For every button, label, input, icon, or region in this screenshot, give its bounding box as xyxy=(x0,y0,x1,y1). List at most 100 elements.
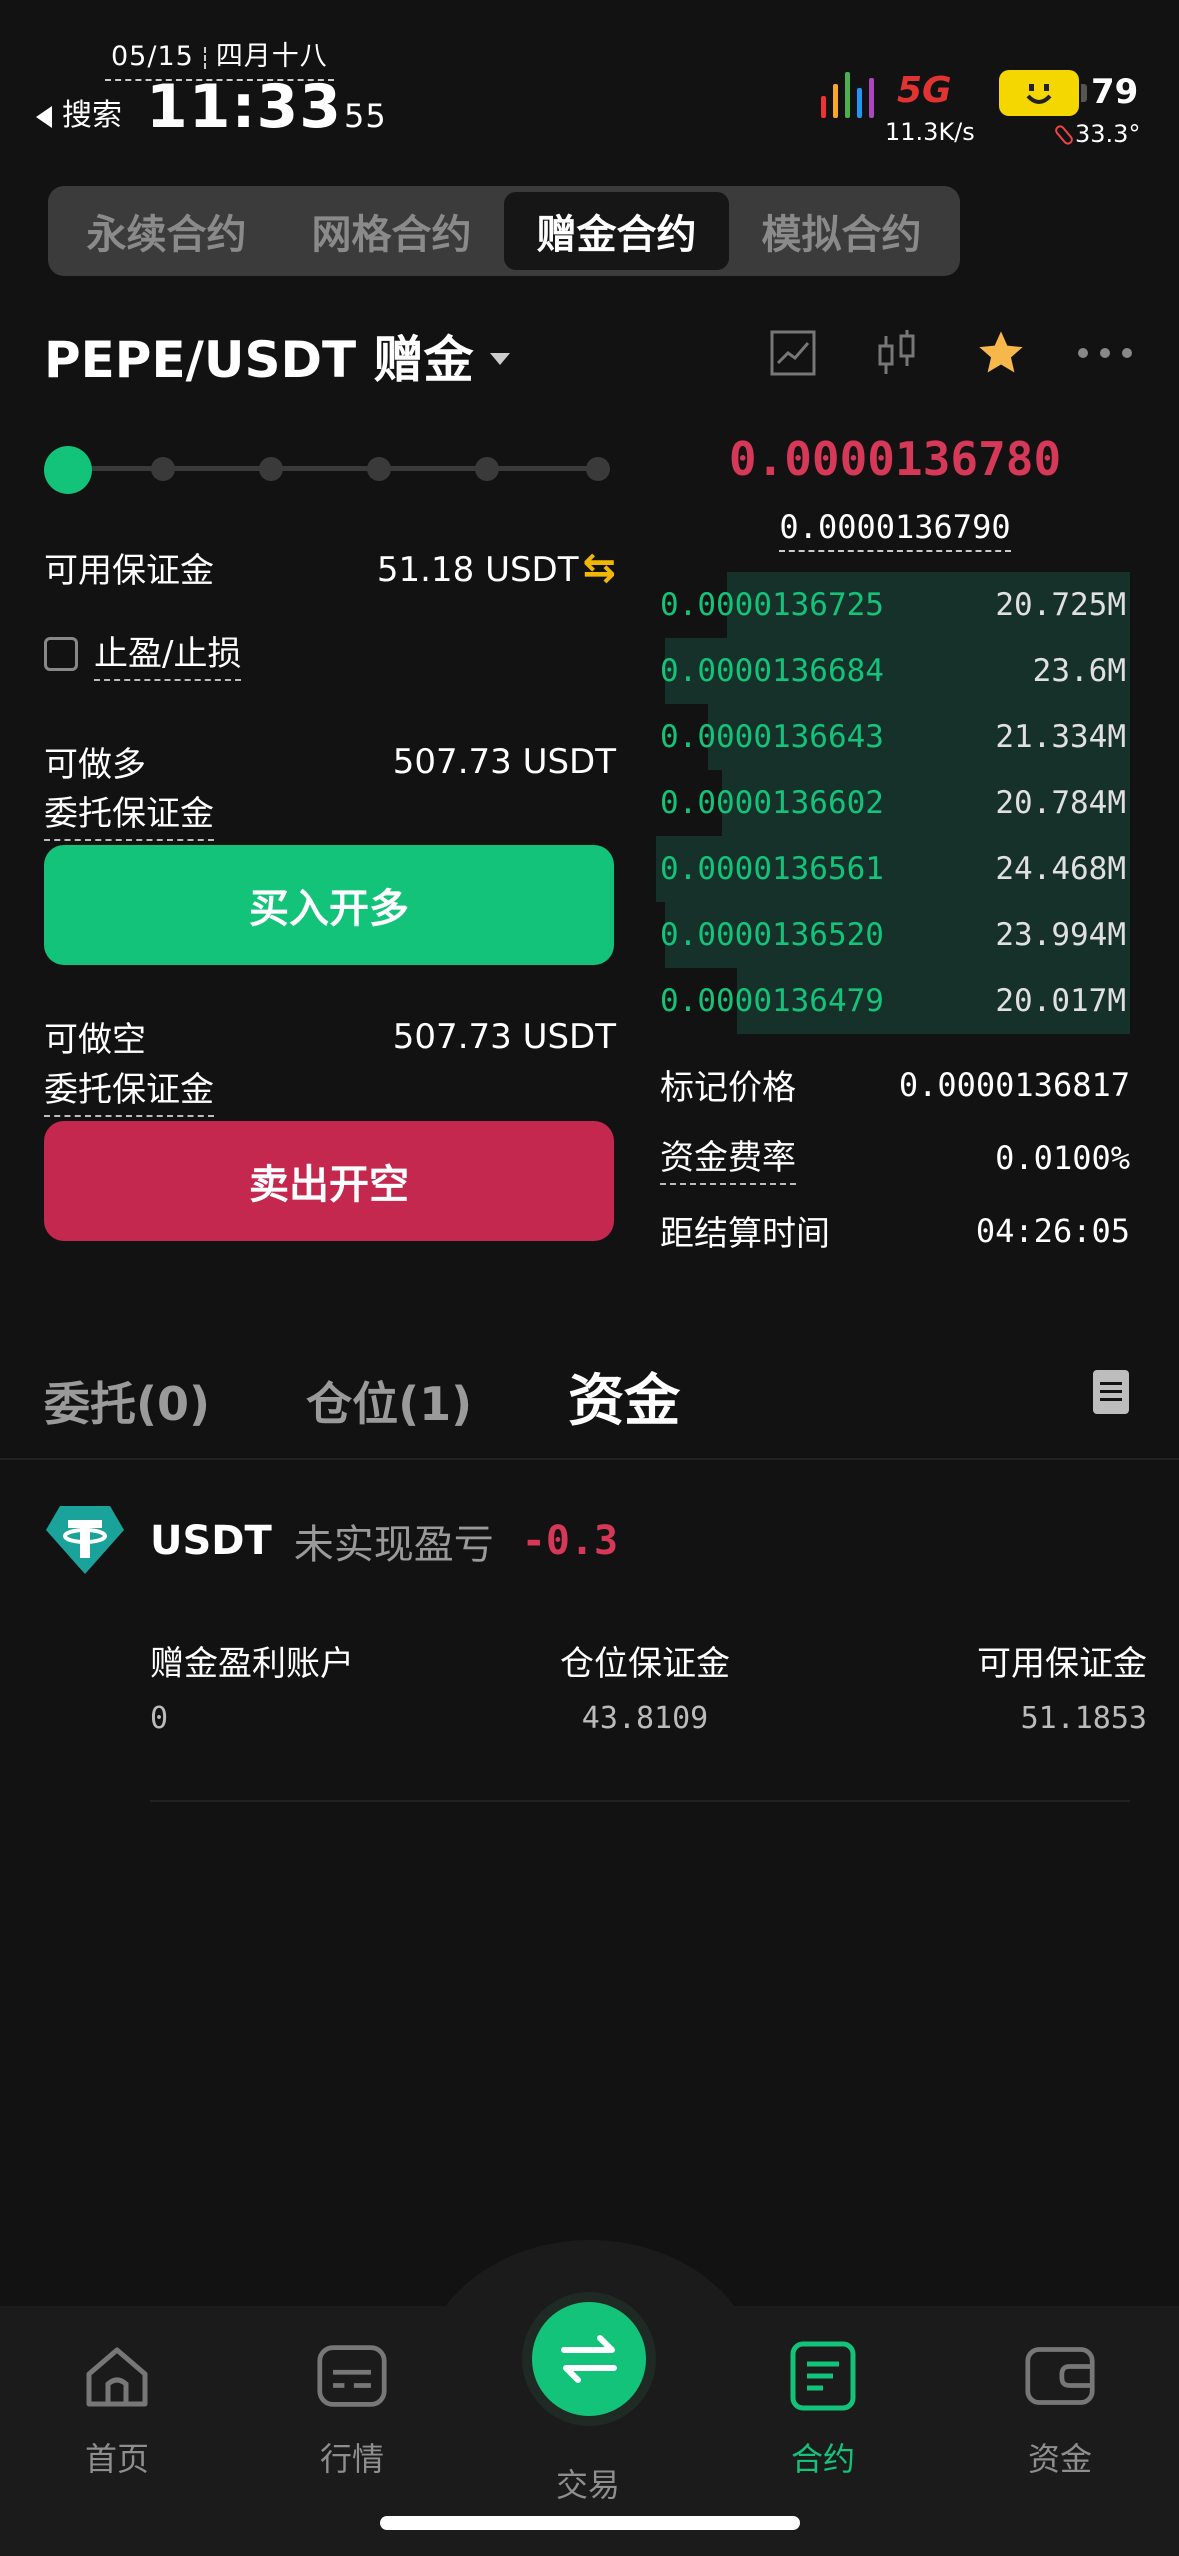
mark-price-value: 0.0000136817 xyxy=(898,1065,1130,1104)
temperature: 33.3° xyxy=(1053,120,1140,148)
order-book-row[interactable]: 0.0000136725 20.725M xyxy=(656,572,1130,638)
records-icon[interactable] xyxy=(1093,1370,1129,1414)
bid-price: 0.0000136602 xyxy=(660,785,884,821)
unrealized-pnl-label: 未实现盈亏 xyxy=(293,1522,494,1568)
tab-funds[interactable]: 资金 xyxy=(568,1356,680,1437)
bid-quantity: 24.468M xyxy=(995,851,1126,887)
nav-market[interactable]: 行情 xyxy=(272,2340,432,2480)
network-speed: 11.3K/s xyxy=(885,118,975,146)
asset-available-margin-value: 51.1853 xyxy=(1020,1701,1147,1736)
slider-handle[interactable] xyxy=(44,446,92,494)
chart-button[interactable] xyxy=(763,323,823,383)
bid-quantity: 20.017M xyxy=(995,983,1126,1019)
tab-bonus[interactable]: 赠金合约 xyxy=(504,192,729,270)
bid-quantity: 20.784M xyxy=(995,785,1126,821)
divider xyxy=(0,1458,1179,1460)
long-order-margin-label[interactable]: 委托保证金 xyxy=(44,786,214,841)
kline-button[interactable] xyxy=(867,323,927,383)
nav-contract[interactable]: 合约 xyxy=(743,2340,903,2480)
settlement-label: 距结算时间 xyxy=(660,1214,830,1254)
order-book-row[interactable]: 0.0000136561 24.468M xyxy=(656,836,1130,902)
home-indicator[interactable] xyxy=(380,2516,800,2530)
order-book-row[interactable]: 0.0000136643 21.334M xyxy=(656,704,1130,770)
signal-icon xyxy=(819,68,883,118)
mark-price-top: 0.0000136790 xyxy=(660,508,1130,552)
tab-perpetual[interactable]: 永续合约 xyxy=(54,192,279,270)
leverage-slider[interactable] xyxy=(44,444,616,494)
short-order-margin-row: 委托保证金 xyxy=(44,1062,616,1117)
unrealized-pnl-value: -0.3 xyxy=(521,1518,619,1564)
mark-price-row: 标记价格 0.0000136817 xyxy=(660,1060,1130,1109)
favorite-button[interactable] xyxy=(971,323,1031,383)
pair-title: PEPE/USDT 赠金 xyxy=(44,331,474,389)
status-clock: 11:3355 xyxy=(146,72,387,142)
network-5g-icon: 5G xyxy=(897,70,952,111)
position-margin-value: 43.8109 xyxy=(581,1701,709,1736)
divider xyxy=(150,1800,1130,1802)
position-margin-col: 仓位保证金 43.8109 xyxy=(560,1636,730,1736)
header-actions xyxy=(763,320,1135,386)
account-tabs: 委托(0) 仓位(1) 资金 xyxy=(44,1356,680,1437)
tp-sl-row[interactable]: 止盈/止损 xyxy=(44,626,616,681)
bid-quantity: 23.6M xyxy=(1032,653,1126,689)
short-available-row: 可做空 507.73 USDT xyxy=(44,1012,616,1061)
back-arrow-icon xyxy=(36,105,52,128)
order-book-bids: 0.0000136725 20.725M 0.0000136684 23.6M 0.00… xyxy=(656,572,1130,1034)
line-chart-icon xyxy=(770,330,816,376)
short-order-margin-label[interactable]: 委托保证金 xyxy=(44,1062,214,1117)
transfer-icon[interactable]: ⇆ xyxy=(582,545,616,591)
usdt-logo-icon xyxy=(46,1506,124,1574)
smile-face-icon xyxy=(1026,84,1052,104)
settlement-value: 04:26:05 xyxy=(975,1211,1130,1250)
nav-trade[interactable]: 交易 xyxy=(508,2460,668,2506)
swap-arrows-icon xyxy=(561,2335,617,2383)
more-button[interactable] xyxy=(1075,323,1135,383)
bid-quantity: 23.994M xyxy=(995,917,1126,953)
funding-rate-row: 资金费率 0.0100% xyxy=(660,1130,1130,1185)
available-margin-row: 可用保证金 51.18 USDT ⇆ xyxy=(44,543,616,592)
long-available-row: 可做多 507.73 USDT xyxy=(44,737,616,786)
star-icon xyxy=(979,331,1023,373)
bonus-profit-col: 赠金盈利账户 0 xyxy=(150,1636,354,1736)
bid-price: 0.0000136643 xyxy=(660,719,884,755)
order-book-row[interactable]: 0.0000136602 20.784M xyxy=(656,770,1130,836)
tp-sl-label[interactable]: 止盈/止损 xyxy=(94,626,242,681)
tab-positions[interactable]: 仓位(1) xyxy=(306,1368,472,1434)
sell-short-button[interactable]: 卖出开空 xyxy=(44,1121,614,1241)
wallet-icon xyxy=(1024,2340,1096,2412)
long-available-label: 可做多 xyxy=(44,745,146,785)
bid-price: 0.0000136479 xyxy=(660,983,884,1019)
last-price: 0.0000136780 xyxy=(728,432,1062,486)
nav-home[interactable]: 首页 xyxy=(37,2340,197,2480)
funding-rate-label[interactable]: 资金费率 xyxy=(660,1130,796,1185)
bonus-profit-label: 赠金盈利账户 xyxy=(150,1644,354,1684)
home-icon xyxy=(81,2340,153,2412)
candlestick-icon xyxy=(878,330,915,374)
contract-icon xyxy=(787,2340,859,2412)
tab-grid[interactable]: 网格合约 xyxy=(279,192,504,270)
nav-funds[interactable]: 资金 xyxy=(980,2340,1140,2480)
back-to-app[interactable]: 搜索 xyxy=(36,90,122,134)
order-book-row[interactable]: 0.0000136479 20.017M xyxy=(656,968,1130,1034)
bid-price: 0.0000136684 xyxy=(660,653,884,689)
buy-long-button[interactable]: 买入开多 xyxy=(44,845,614,965)
long-order-margin-row: 委托保证金 xyxy=(44,786,616,841)
order-book-row[interactable]: 0.0000136520 23.994M xyxy=(656,902,1130,968)
bid-quantity: 21.334M xyxy=(995,719,1126,755)
mark-price-label: 标记价格 xyxy=(660,1068,796,1108)
pair-selector[interactable]: PEPE/USDT 赠金 xyxy=(44,320,510,392)
tab-orders[interactable]: 委托(0) xyxy=(44,1368,210,1434)
order-book-row[interactable]: 0.0000136684 23.6M xyxy=(656,638,1130,704)
battery-icon xyxy=(999,70,1087,116)
nav-trade-button[interactable] xyxy=(532,2302,646,2416)
caret-down-icon xyxy=(489,353,510,365)
available-margin-label: 可用保证金 xyxy=(44,551,214,591)
contract-type-tabs: 永续合约 网格合约 赠金合约 模拟合约 xyxy=(48,186,960,276)
battery-level: 79 xyxy=(1091,72,1139,112)
asset-header: USDT 未实现盈亏 -0.3 xyxy=(150,1512,618,1570)
short-available-value: 507.73 USDT xyxy=(392,1016,616,1057)
short-available-label: 可做空 xyxy=(44,1020,146,1060)
tp-sl-checkbox[interactable] xyxy=(44,636,78,671)
tab-demo[interactable]: 模拟合约 xyxy=(729,192,954,270)
more-dots-icon xyxy=(1078,348,1132,358)
